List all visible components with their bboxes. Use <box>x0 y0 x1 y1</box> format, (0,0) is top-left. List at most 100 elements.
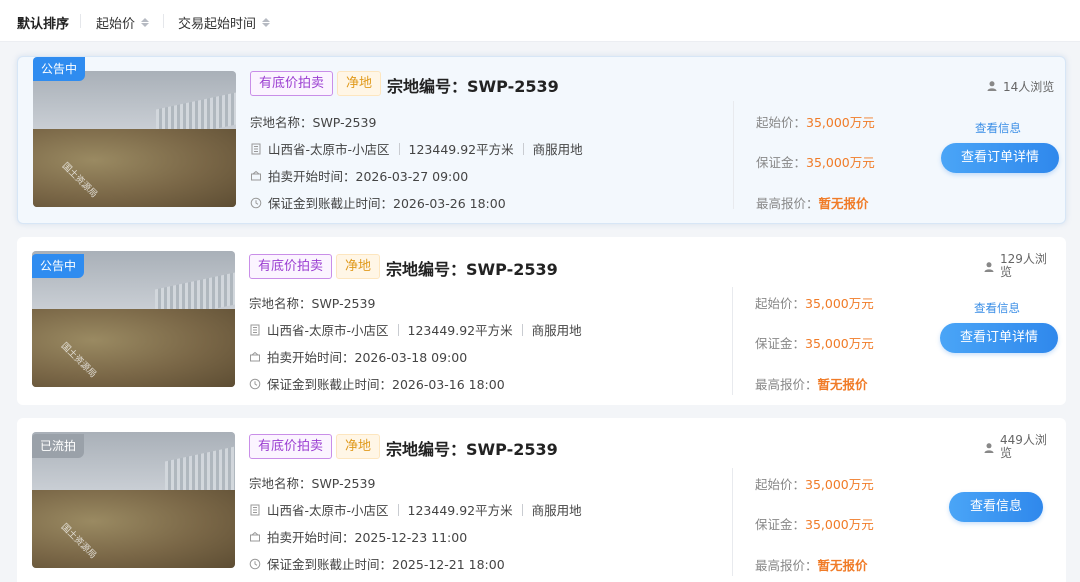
separator <box>521 323 523 336</box>
area-value: 123449.92平方米 <box>407 503 513 518</box>
start-price-label: 起始价： <box>755 477 806 492</box>
auction-start-value: 2025-12-23 11:00 <box>354 530 468 545</box>
view-info-link[interactable]: 查看信息 <box>975 120 1021 136</box>
start-price-row: 起始价：35,000万元 <box>755 474 874 493</box>
start-price-value: 35,000万元 <box>806 115 875 130</box>
highest-bid-label: 最高报价： <box>755 377 818 392</box>
lot-name-value: SWP-2539 <box>312 115 377 130</box>
usage-value: 商服用地 <box>531 323 582 338</box>
separator <box>397 503 399 516</box>
auction-start-value: 2026-03-18 09:00 <box>354 350 468 365</box>
deposit-label: 保证金： <box>755 336 806 351</box>
view-count: 449人浏 览 <box>983 434 1047 460</box>
divider <box>733 101 734 209</box>
auction-start-line: 拍卖开始时间：2026-03-18 09:00 <box>249 347 467 366</box>
user-icon <box>983 261 995 273</box>
sort-arrows-icon <box>141 18 150 27</box>
area-value: 123449.92平方米 <box>407 323 513 338</box>
status-badge: 公告中 <box>32 254 85 278</box>
lot-title: 宗地编号：SWP-2539 <box>386 260 558 279</box>
highest-bid-label: 最高报价： <box>756 196 819 211</box>
lot-name-line: 宗地名称：SWP-2539 <box>249 293 375 312</box>
view-info-link[interactable]: 查看信息 <box>974 300 1020 316</box>
deposit-deadline-label: 保证金到账截止时间： <box>267 557 393 572</box>
location-value: 山西省-太原市-小店区 <box>267 503 389 518</box>
view-count-text-cont: 览 <box>1000 265 1013 279</box>
deposit-deadline-line: 保证金到账截止时间：2026-03-26 18:00 <box>250 193 506 212</box>
auction-type-tag: 有底价拍卖 <box>249 434 333 459</box>
status-badge: 已流拍 <box>32 434 85 458</box>
clock-icon <box>250 197 262 209</box>
highest-bid-value: 暂无报价 <box>818 196 869 211</box>
auction-start-line: 拍卖开始时间：2026-03-27 09:00 <box>250 166 468 185</box>
building-icon <box>249 504 261 516</box>
highest-bid-value: 暂无报价 <box>817 558 868 573</box>
deposit-value: 35,000万元 <box>805 336 874 351</box>
auction-start-label: 拍卖开始时间： <box>267 350 355 365</box>
sort-default-label: 默认排序 <box>17 17 70 32</box>
clock-icon <box>249 558 261 570</box>
location-line: 山西省-太原市-小店区 123449.92平方米 商服用地 <box>249 500 582 519</box>
deposit-row: 保证金：35,000万元 <box>756 152 875 171</box>
deposit-deadline-line: 保证金到账截止时间：2025-12-21 18:00 <box>249 554 505 573</box>
divider <box>732 287 733 395</box>
listing-card[interactable]: 国土资源局 公告中 有底价拍卖 净地 宗地编号：SWP-2539 宗地名称：SW… <box>17 56 1066 224</box>
highest-bid-row: 最高报价：暂无报价 <box>755 374 868 393</box>
auction-start-label: 拍卖开始时间： <box>267 530 355 545</box>
clock-icon <box>249 378 261 390</box>
lot-name-label: 宗地名称： <box>249 476 312 491</box>
lot-name-line: 宗地名称：SWP-2539 <box>249 473 375 492</box>
deposit-deadline-value: 2026-03-16 18:00 <box>392 377 505 392</box>
view-info-button[interactable]: 查看信息 <box>949 492 1043 522</box>
listing-card[interactable]: 国土资源局 已流拍 有底价拍卖 净地 宗地编号：SWP-2539 宗地名称：SW… <box>17 418 1066 582</box>
deposit-deadline-label: 保证金到账截止时间： <box>268 196 394 211</box>
start-price-value: 35,000万元 <box>805 296 874 311</box>
land-type-tag: 净地 <box>336 254 381 279</box>
start-price-row: 起始价：35,000万元 <box>756 112 875 131</box>
sort-trade-time[interactable]: 交易起始时间 <box>178 13 271 32</box>
view-order-details-button[interactable]: 查看订单详情 <box>940 323 1058 353</box>
land-type-tag: 净地 <box>336 434 381 459</box>
highest-bid-label: 最高报价： <box>755 558 818 573</box>
lot-name-label: 宗地名称： <box>250 115 313 130</box>
sort-arrows-icon <box>262 18 271 27</box>
area-value: 123449.92平方米 <box>408 142 514 157</box>
deposit-row: 保证金：35,000万元 <box>755 333 874 352</box>
auction-icon <box>249 531 261 543</box>
location-line: 山西省-太原市-小店区 123449.92平方米 商服用地 <box>250 139 583 158</box>
view-count: 14人浏览 <box>986 78 1054 95</box>
divider <box>732 468 733 576</box>
view-count-text-cont: 览 <box>1000 446 1013 460</box>
sort-divider <box>163 14 164 28</box>
separator <box>521 503 523 516</box>
land-type-tag: 净地 <box>337 71 382 96</box>
view-order-details-button[interactable]: 查看订单详情 <box>941 143 1059 173</box>
deposit-value: 35,000万元 <box>806 155 875 170</box>
highest-bid-row: 最高报价：暂无报价 <box>756 193 869 212</box>
land-photo: 国土资源局 <box>33 71 236 207</box>
sort-default[interactable]: 默认排序 <box>17 13 69 32</box>
start-price-label: 起始价： <box>755 296 806 311</box>
status-badge: 公告中 <box>33 57 86 81</box>
user-icon <box>983 442 995 454</box>
listing-card[interactable]: 国土资源局 公告中 有底价拍卖 净地 宗地编号：SWP-2539 宗地名称：SW… <box>17 237 1066 405</box>
deposit-deadline-value: 2025-12-21 18:00 <box>392 557 505 572</box>
auction-start-value: 2026-03-27 09:00 <box>355 169 469 184</box>
lot-name-value: SWP-2539 <box>311 476 376 491</box>
sort-trade-time-label: 交易起始时间 <box>178 17 257 32</box>
lot-title: 宗地编号：SWP-2539 <box>387 77 559 96</box>
separator <box>522 142 524 155</box>
deposit-deadline-line: 保证金到账截止时间：2026-03-16 18:00 <box>249 374 505 393</box>
separator <box>398 142 400 155</box>
sort-bar: 默认排序 起始价 交易起始时间 <box>0 0 1080 42</box>
location-value: 山西省-太原市-小店区 <box>268 142 390 157</box>
deposit-deadline-value: 2026-03-26 18:00 <box>393 196 506 211</box>
auction-type-tag: 有底价拍卖 <box>250 71 334 96</box>
user-icon <box>986 80 998 92</box>
view-count: 129人浏 览 <box>983 253 1047 279</box>
auction-icon <box>250 170 262 182</box>
deposit-label: 保证金： <box>756 155 807 170</box>
sort-start-price[interactable]: 起始价 <box>96 13 150 32</box>
sort-divider <box>80 14 81 28</box>
lot-name-value: SWP-2539 <box>311 296 376 311</box>
